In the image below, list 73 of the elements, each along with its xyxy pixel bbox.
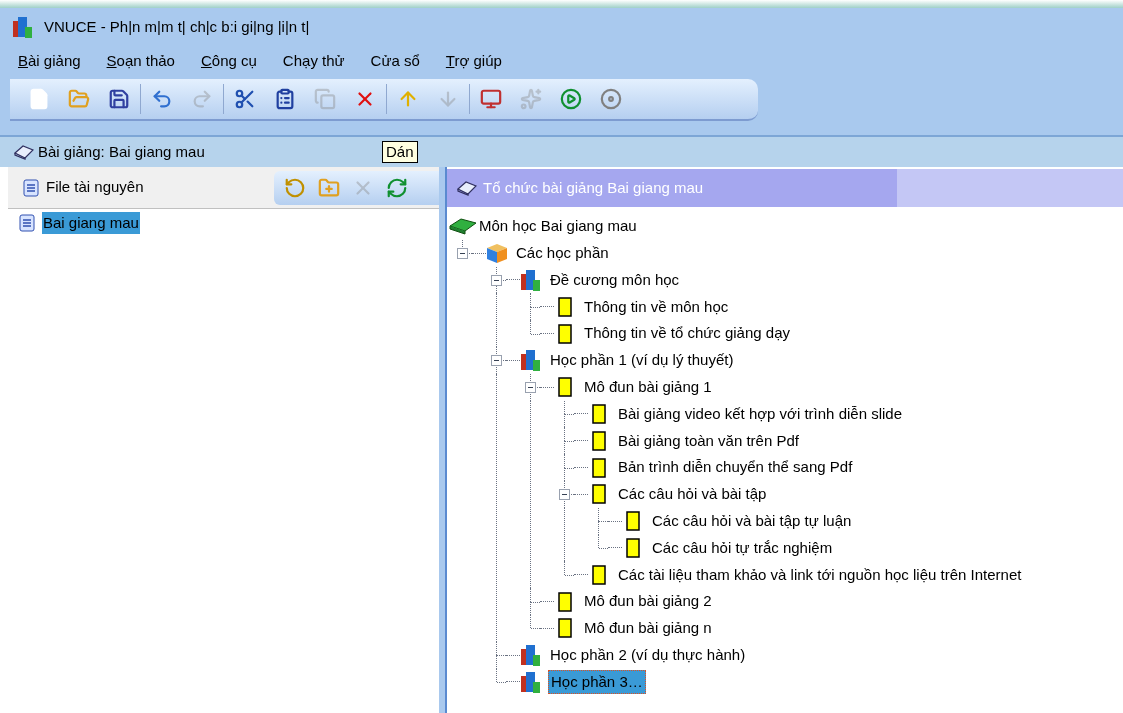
page-icon: [626, 537, 640, 558]
tree-item[interactable]: Các câu hỏi tự trắc nghiệm: [650, 536, 835, 560]
books-icon: [520, 669, 542, 694]
resource-item[interactable]: Bai giang mau: [42, 211, 140, 235]
tree-item[interactable]: Thông tin về môn học: [582, 295, 731, 319]
save-icon: [108, 88, 130, 110]
page-icon: [626, 511, 640, 532]
tree-item[interactable]: Bài giảng toàn văn trên Pdf: [616, 429, 801, 452]
panel-title: Tổ chức bài giảng Bai giang mau: [483, 177, 704, 198]
folder-icon: [68, 88, 90, 110]
collapse-toggle[interactable]: [457, 247, 468, 259]
refresh-icon: [284, 176, 306, 199]
page-icon: [558, 323, 572, 344]
copy-icon: [314, 88, 336, 110]
collapse-toggle[interactable]: [491, 355, 502, 366]
tree-item[interactable]: Các câu hỏi và bài tập tự luận: [650, 509, 854, 533]
tree-item[interactable]: Các tài liệu tham khảo và link tới nguồn học liệu trên Internet: [616, 563, 1024, 586]
page-icon: [592, 484, 606, 505]
menu-item[interactable]: Cửa sổ: [370, 49, 420, 73]
books-icon: [520, 643, 542, 668]
tooltip: Dán: [382, 141, 418, 163]
collapse-toggle[interactable]: [525, 381, 536, 393]
panel-title: File tài nguyên: [46, 177, 145, 198]
tree-item[interactable]: Môn học Bai giang mau: [477, 215, 639, 238]
new-file-icon: [28, 88, 50, 110]
window-title: VNUCE - Ph|n m|m t| ch|c b:i gi|ng |i|n t|: [44, 16, 310, 37]
play-icon: [560, 88, 582, 110]
menu-item[interactable]: Chạy thử: [282, 49, 345, 73]
menu-item[interactable]: Công cụ: [200, 49, 257, 73]
menu-item[interactable]: Trợ giúp: [445, 49, 502, 73]
books-icon: [520, 268, 542, 292]
sparkle-icon: [520, 88, 542, 110]
undo-icon: [151, 88, 173, 110]
tree-item[interactable]: Bản trình diễn chuyển thể sang Pdf: [616, 456, 855, 479]
collapse-toggle[interactable]: [491, 274, 502, 286]
page-icon: [558, 296, 572, 317]
menu-item[interactable]: Bài giảng: [18, 49, 81, 73]
monitor-icon: [480, 88, 502, 110]
tree-item[interactable]: Mô đun bài giảng 1: [582, 375, 714, 399]
disc-icon: [600, 88, 622, 110]
page-icon: [558, 591, 572, 612]
lecture-title: Bài giảng: Bai giang mau: [38, 141, 206, 162]
cube-icon: [485, 242, 509, 265]
book-icon: [14, 144, 34, 160]
tree-item[interactable]: Các câu hỏi và bài tập: [616, 483, 769, 506]
tree-item[interactable]: Học phần 2 (ví dụ thực hành): [548, 643, 748, 667]
tree-item[interactable]: Thông tin về tổ chức giảng dạy: [582, 322, 792, 345]
refresh-icon: [386, 176, 408, 199]
clipboard-icon: [274, 88, 296, 110]
collapse-toggle[interactable]: [559, 488, 570, 500]
page-icon: [592, 564, 606, 585]
tree-item[interactable]: Mô đun bài giảng 2: [582, 590, 714, 613]
page-icon: [558, 377, 572, 398]
document-list-icon: [18, 214, 36, 232]
closed-book-icon: [449, 217, 477, 236]
tree-item[interactable]: Học phần 3…: [548, 669, 646, 695]
page-icon: [592, 403, 606, 424]
menu-item[interactable]: Soạn thảo: [106, 49, 175, 73]
tree-item[interactable]: Bài giảng video kết hợp với trình diễn slide: [616, 402, 904, 426]
books-icon: [12, 15, 34, 39]
book-icon: [457, 180, 477, 196]
scissors-icon: [234, 88, 256, 110]
books-icon: [520, 348, 542, 373]
page-icon: [592, 457, 606, 478]
page-icon: [592, 430, 606, 451]
tree-item[interactable]: Học phần 1 (ví dụ lý thuyết): [548, 349, 736, 372]
redo-icon: [191, 88, 213, 110]
new-folder-icon: [318, 176, 340, 199]
tree-item[interactable]: Các học phần: [514, 241, 611, 265]
tree-item[interactable]: Mô đun bài giảng n: [582, 617, 714, 640]
page-icon: [558, 618, 572, 639]
document-list-icon: [22, 178, 40, 197]
tree-item[interactable]: Đề cương môn học: [548, 268, 682, 292]
